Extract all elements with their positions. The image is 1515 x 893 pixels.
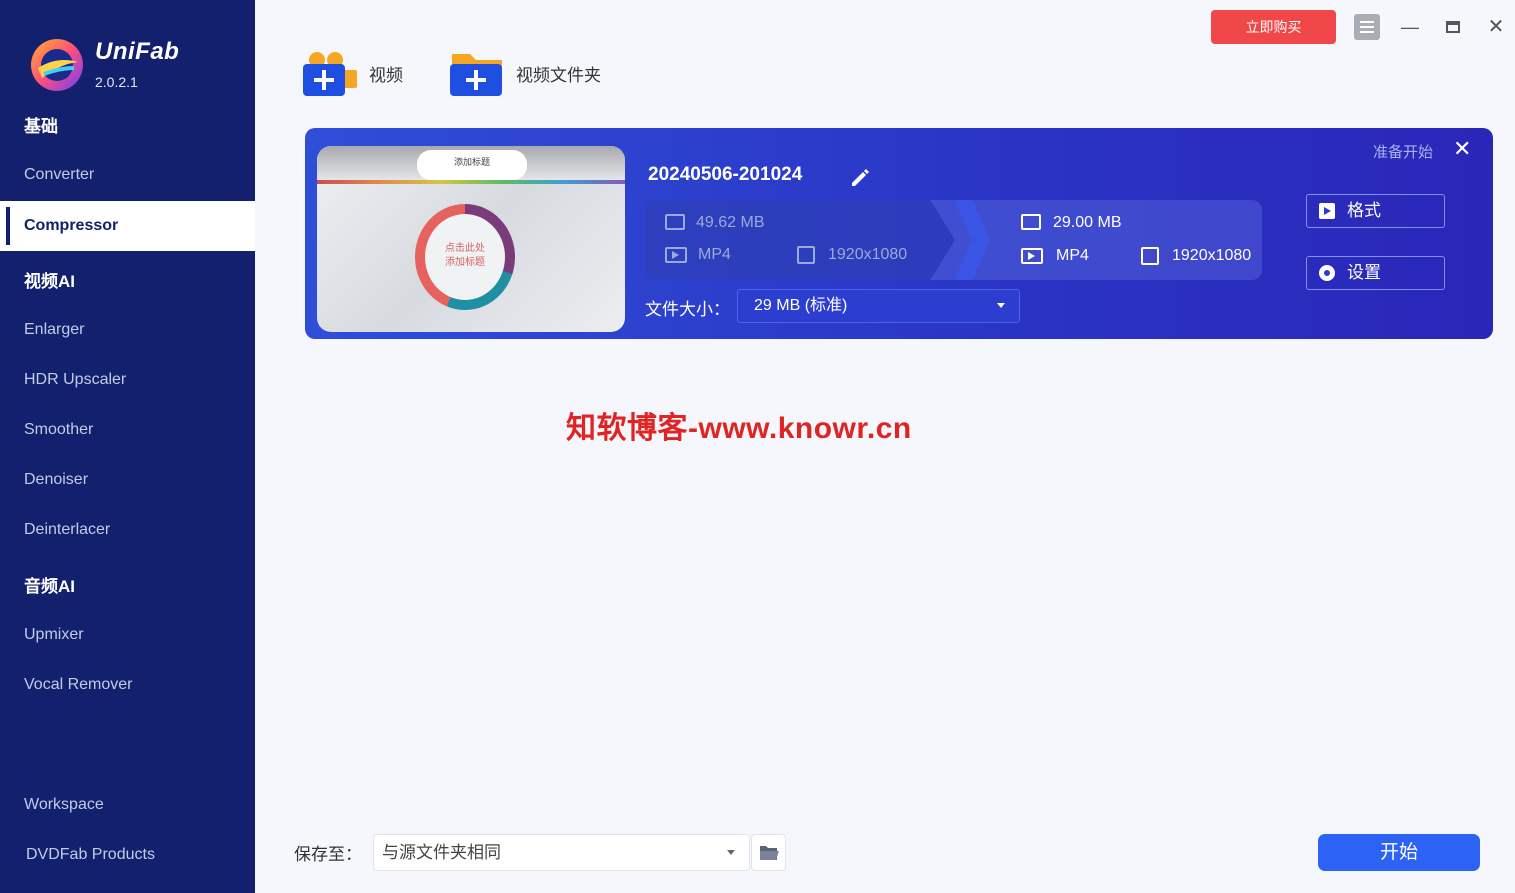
thumbnail-stripe (317, 180, 625, 184)
video-format-icon (665, 247, 687, 263)
sidebar-item-deinterlacer[interactable]: Deinterlacer (0, 505, 255, 555)
edit-icon[interactable] (849, 166, 871, 188)
folder-icon (760, 846, 779, 860)
sidebar-item-dvdfab-products[interactable]: DVDFab Products (0, 830, 255, 880)
sidebar-item-denoiser[interactable]: Denoiser (0, 455, 255, 505)
format-button[interactable]: 格式 (1306, 194, 1445, 228)
output-resolution-icon (1141, 247, 1159, 265)
menu-icon[interactable] (1354, 14, 1380, 40)
sidebar-item-compressor[interactable]: Compressor (0, 201, 255, 251)
add-video-button[interactable]: 视频 (303, 48, 403, 98)
format-icon (1319, 203, 1335, 219)
section-audio-ai: 音频AI (24, 577, 75, 596)
source-format: MP4 (698, 246, 731, 263)
output-size: 29.00 MB (1053, 214, 1122, 231)
add-video-icon (303, 52, 357, 96)
sidebar-item-hdr-upscaler[interactable]: HDR Upscaler (0, 355, 255, 405)
sidebar-item-upmixer[interactable]: Upmixer (0, 610, 255, 660)
app-name: UniFab (95, 38, 180, 65)
add-folder-icon (450, 54, 502, 96)
sidebar-item-smoother[interactable]: Smoother (0, 405, 255, 455)
task-card: 添加标题 点击此处 添加标题 20240506-201024 准备开始 ✕ 49… (305, 128, 1493, 339)
chevron-right-icon (954, 200, 990, 280)
file-size-value: 29 MB (标准) (754, 297, 848, 314)
remove-task-icon[interactable]: ✕ (1453, 136, 1471, 162)
watermark-text: 知软博客-www.knowr.cn (566, 412, 912, 445)
settings-button[interactable]: 设置 (1306, 256, 1445, 290)
add-folder-button[interactable]: 视频文件夹 (450, 48, 601, 98)
sidebar-item-enlarger[interactable]: Enlarger (0, 305, 255, 355)
ring-text-2: 添加标题 (445, 257, 485, 268)
minimize-icon[interactable]: — (1397, 14, 1423, 40)
output-size-icon (1021, 214, 1041, 230)
source-resolution: 1920x1080 (828, 246, 908, 263)
thumbnail-ring-text: 点击此处 添加标题 (425, 214, 505, 300)
section-video-ai: 视频AI (24, 272, 75, 291)
file-size-label: 文件大小： (645, 300, 730, 319)
output-format: MP4 (1056, 247, 1089, 264)
sidebar-item-workspace[interactable]: Workspace (0, 780, 255, 830)
task-filename: 20240506-201024 (648, 164, 803, 185)
task-status: 准备开始 (1373, 144, 1434, 161)
gear-icon (1319, 265, 1335, 281)
close-window-icon[interactable]: ✕ (1483, 14, 1509, 40)
sidebar-item-vocal-remover[interactable]: Vocal Remover (0, 660, 255, 710)
save-location-dropdown[interactable]: 与源文件夹相同 (373, 834, 750, 871)
file-size-dropdown[interactable]: 29 MB (标准) (737, 289, 1020, 323)
output-resolution: 1920x1080 (1172, 247, 1252, 264)
browse-folder-button[interactable] (751, 834, 786, 871)
chevron-down-icon (727, 850, 735, 855)
section-basic: 基础 (24, 117, 58, 136)
sidebar: UniFab 2.0.2.1 基础 Converter Compressor 视… (0, 0, 255, 893)
video-thumbnail[interactable]: 添加标题 点击此处 添加标题 (317, 146, 625, 332)
save-location-value: 与源文件夹相同 (382, 843, 501, 862)
thumbnail-title: 添加标题 (417, 150, 527, 180)
add-video-label: 视频 (369, 65, 403, 85)
file-size-icon (665, 214, 685, 230)
maximize-icon[interactable] (1440, 14, 1466, 40)
save-to-label: 保存至： (294, 845, 362, 864)
format-button-label: 格式 (1347, 201, 1381, 220)
source-info-panel (645, 200, 955, 280)
thumbnail-ring: 点击此处 添加标题 (415, 204, 515, 310)
output-format-icon (1021, 248, 1043, 264)
chevron-down-icon (997, 303, 1005, 308)
start-button[interactable]: 开始 (1318, 834, 1480, 871)
ring-text-1: 点击此处 (445, 243, 485, 254)
unifab-logo-icon (31, 39, 83, 91)
settings-button-label: 设置 (1347, 263, 1381, 282)
app-version: 2.0.2.1 (95, 74, 138, 90)
resolution-icon (797, 246, 815, 264)
add-folder-label: 视频文件夹 (516, 65, 601, 85)
buy-now-button[interactable]: 立即购买 (1211, 10, 1336, 44)
source-size: 49.62 MB (696, 214, 765, 231)
sidebar-item-converter[interactable]: Converter (0, 150, 255, 200)
